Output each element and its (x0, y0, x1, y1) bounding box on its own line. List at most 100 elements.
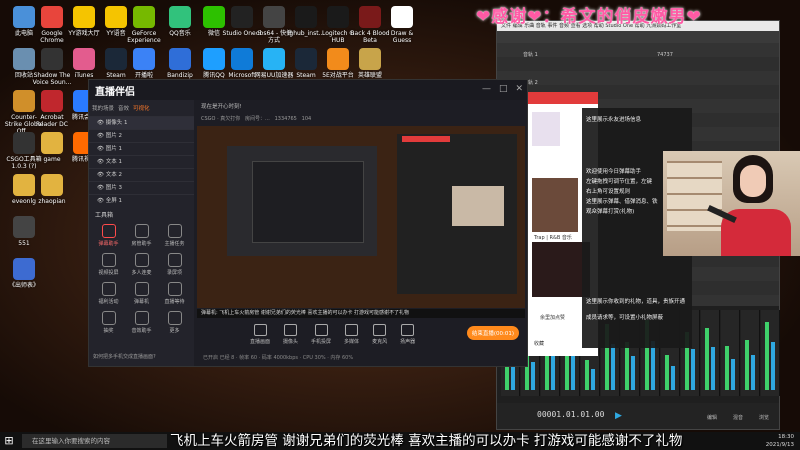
app-icon (13, 216, 35, 238)
daw-tab-browse[interactable]: 浏览 (759, 414, 769, 421)
desktop-icon[interactable]: GeForce Experience (124, 6, 164, 44)
control-label: 麦克风 (372, 338, 388, 345)
toolbox-item[interactable]: 多人连麦 (125, 253, 158, 276)
tool-label: 弹幕助手 (98, 241, 119, 247)
desktop-icon-label: GeForce Experience (127, 30, 161, 44)
help-link[interactable]: 如何把多手机交成直播画面? (93, 353, 156, 360)
desktop-icon[interactable]: zhaopian (32, 174, 72, 205)
app-icon (133, 48, 155, 70)
desktop-icon-label: 开播啦 (134, 72, 153, 79)
daw-track-header[interactable]: 音轨 1 (523, 51, 538, 59)
desktop-icon[interactable]: 开播啦 (124, 48, 164, 79)
toolbox-item[interactable]: 弹幕机 (125, 282, 158, 305)
scene-item[interactable]: 👁 文本 1 (89, 155, 194, 168)
app-icon (13, 258, 35, 280)
level-meter (745, 340, 749, 390)
phone-song-note: 余里加点赞 (540, 315, 566, 321)
danmaku-ticker: 弹幕机: 飞机上车火箭房管 谢谢兄弟们的荧光棒 喜欢主播的可以办卡 打游戏可能感… (197, 309, 525, 318)
streaming-app-window[interactable]: 直播伴侣 — □ ✕ 我的场景 音效 可视化 👁 摄像头 1 👁 图片 2 👁 图片… (88, 79, 528, 367)
desktop-icon[interactable]: 《出师表》 (4, 258, 44, 289)
daw-tab-mix[interactable]: 混音 (733, 414, 743, 421)
cam-face (740, 165, 766, 197)
mixer-channel[interactable] (721, 310, 740, 396)
app-titlebar[interactable]: 直播伴侣 — □ ✕ (89, 80, 527, 100)
daw-tab-edit[interactable]: 编辑 (707, 414, 717, 421)
mixer-channel[interactable] (761, 310, 780, 396)
preview-phone-header (402, 136, 450, 142)
toolbox-item[interactable]: 福利活动 (92, 282, 125, 305)
tool-icon (134, 253, 149, 267)
toolbox-item[interactable]: 主播任务 (158, 224, 191, 247)
tool-icon (134, 311, 149, 325)
phone-song-tag: Trap | R&B 音乐 (534, 235, 572, 241)
desktop-icon[interactable]: 551 (4, 216, 44, 247)
end-live-button[interactable]: 结束直播(00:01) (466, 326, 519, 340)
toolbox-item[interactable]: 抽奖 (92, 311, 125, 334)
toolbox-item[interactable]: 更多 (158, 311, 191, 334)
level-meter (711, 346, 715, 390)
app-icon (263, 6, 285, 28)
minimize-icon[interactable]: — (482, 84, 491, 94)
toolbox-item[interactable]: 视频投屏 (92, 253, 125, 276)
scene-item[interactable]: 👁 全屏 1 (89, 194, 194, 207)
scene-sidebar: 我的场景 音效 可视化 👁 摄像头 1 👁 图片 2 👁 图片 1 👁 文本 1 👁 文… (89, 100, 194, 366)
app-icon (41, 90, 63, 112)
daw-toolbar[interactable] (497, 31, 779, 43)
mixer-channel[interactable] (741, 310, 760, 396)
tool-icon (167, 224, 182, 238)
play-icon[interactable]: ▶ (615, 411, 622, 421)
stream-preview[interactable] (197, 126, 525, 308)
game-strip-text: 现在是开心时刻! (201, 104, 242, 110)
tool-icon (134, 282, 149, 296)
scene-item[interactable]: 👁 文本 2 (89, 168, 194, 181)
game-strip: 现在是开心时刻! (195, 100, 533, 114)
toolbox-item[interactable]: 房管助手 (125, 224, 158, 247)
level-meter (591, 369, 595, 390)
level-meter (731, 359, 735, 390)
level-meter (705, 328, 709, 390)
source-control[interactable]: 扬声器 (400, 323, 415, 345)
scene-item[interactable]: 👁 摄像头 1 (89, 116, 194, 129)
app-icon (295, 6, 317, 28)
mixer-channel[interactable] (701, 310, 720, 396)
level-meter (585, 360, 589, 390)
toolbox-item[interactable]: 直播等待 (158, 282, 191, 305)
app-icon (169, 48, 191, 70)
toolbox-item[interactable]: 录屏项 (158, 253, 191, 276)
game-tag[interactable]: CSGO · 真欠打你 (201, 116, 240, 122)
windows-start-icon[interactable]: ⊞ (0, 432, 18, 450)
tab-sound[interactable]: 音效 (118, 104, 129, 112)
tool-label: 直播等待 (164, 299, 185, 305)
control-label: 直播画面 (250, 338, 271, 345)
toolbox-item[interactable]: 弹幕助手 (92, 224, 125, 247)
scene-item[interactable]: 👁 图片 3 (89, 181, 194, 194)
level-meter (571, 351, 575, 390)
fans-count: 104 (301, 116, 312, 122)
gift-thanks-banner: ❤感谢❤：希文的俏皮嫩男❤ (476, 7, 702, 27)
app-icon (391, 6, 413, 28)
level-meter (671, 365, 675, 390)
level-meter (631, 356, 635, 390)
source-control[interactable]: 多媒体 (344, 323, 359, 345)
source-control[interactable]: 麦克风 (372, 323, 388, 345)
level-meter (651, 341, 655, 390)
scene-item[interactable]: 👁 图片 1 (89, 142, 194, 155)
scene-item[interactable]: 👁 图片 2 (89, 129, 194, 142)
source-control[interactable]: 摄像头 (283, 323, 298, 345)
close-icon[interactable]: ✕ (515, 84, 523, 94)
tool-label: 多人连麦 (131, 270, 152, 276)
taskbar-search-input[interactable]: 在这里输入你要搜索的内容 (22, 434, 167, 448)
source-control[interactable]: 手机投屏 (311, 323, 331, 345)
desktop-icon[interactable]: 英雄联盟 (350, 48, 390, 79)
desktop-icon[interactable]: Draw & Guess (382, 6, 422, 44)
maximize-icon[interactable]: □ (499, 84, 508, 94)
tool-label: 福利活动 (98, 299, 119, 305)
tab-visual[interactable]: 可视化 (133, 104, 150, 112)
tool-icon (167, 253, 182, 267)
desktop-icon-label: Draw & Guess (390, 30, 414, 44)
preview-webcam (452, 186, 504, 226)
tool-icon (134, 224, 149, 238)
source-control[interactable]: 直播画面 (250, 323, 271, 345)
toolbox-item[interactable]: 音效助手 (125, 311, 158, 334)
tab-scenes[interactable]: 我的场景 (92, 104, 114, 112)
